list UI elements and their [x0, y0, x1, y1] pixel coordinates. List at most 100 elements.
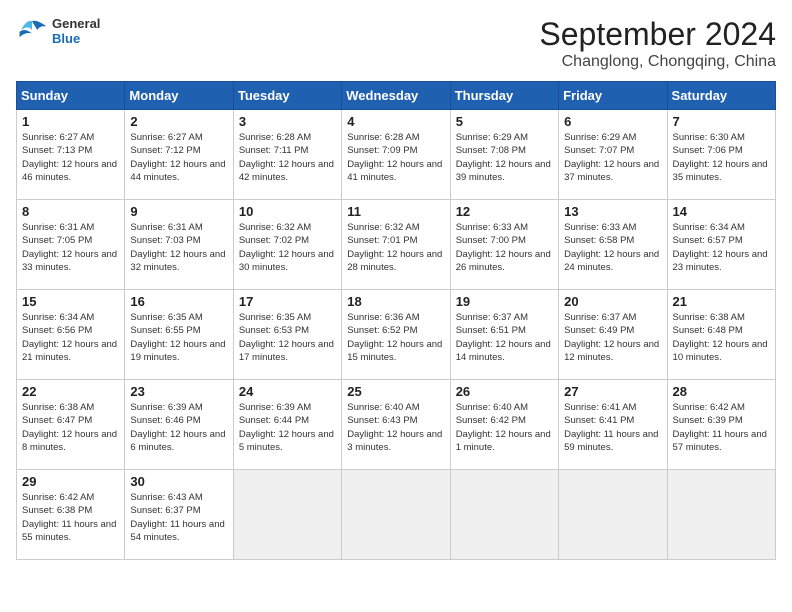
day-number: 7 [673, 114, 770, 129]
day-info: Sunrise: 6:28 AM Sunset: 7:11 PM Dayligh… [239, 131, 336, 184]
day-number: 18 [347, 294, 444, 309]
day-number: 3 [239, 114, 336, 129]
calendar-header-wednesday: Wednesday [342, 82, 450, 110]
calendar-day-12: 12 Sunrise: 6:33 AM Sunset: 7:00 PM Dayl… [450, 200, 558, 290]
calendar-day-28: 28 Sunrise: 6:42 AM Sunset: 6:39 PM Dayl… [667, 380, 775, 470]
calendar-day-29: 29 Sunrise: 6:42 AM Sunset: 6:38 PM Dayl… [17, 470, 125, 560]
day-info: Sunrise: 6:42 AM Sunset: 6:39 PM Dayligh… [673, 401, 770, 454]
title-area: September 2024 Changlong, Chongqing, Chi… [539, 16, 776, 71]
day-info: Sunrise: 6:40 AM Sunset: 6:43 PM Dayligh… [347, 401, 444, 454]
day-info: Sunrise: 6:40 AM Sunset: 6:42 PM Dayligh… [456, 401, 553, 454]
day-number: 25 [347, 384, 444, 399]
day-info: Sunrise: 6:34 AM Sunset: 6:56 PM Dayligh… [22, 311, 119, 364]
calendar-week-row-2: 8 Sunrise: 6:31 AM Sunset: 7:05 PM Dayli… [17, 200, 776, 290]
day-number: 13 [564, 204, 661, 219]
day-info: Sunrise: 6:35 AM Sunset: 6:53 PM Dayligh… [239, 311, 336, 364]
calendar-empty-cell [233, 470, 341, 560]
calendar-day-8: 8 Sunrise: 6:31 AM Sunset: 7:05 PM Dayli… [17, 200, 125, 290]
day-number: 9 [130, 204, 227, 219]
day-number: 23 [130, 384, 227, 399]
calendar-week-row-1: 1 Sunrise: 6:27 AM Sunset: 7:13 PM Dayli… [17, 110, 776, 200]
day-number: 24 [239, 384, 336, 399]
day-number: 6 [564, 114, 661, 129]
calendar-day-21: 21 Sunrise: 6:38 AM Sunset: 6:48 PM Dayl… [667, 290, 775, 380]
calendar-empty-cell [450, 470, 558, 560]
calendar-day-2: 2 Sunrise: 6:27 AM Sunset: 7:12 PM Dayli… [125, 110, 233, 200]
calendar-day-11: 11 Sunrise: 6:32 AM Sunset: 7:01 PM Dayl… [342, 200, 450, 290]
day-info: Sunrise: 6:32 AM Sunset: 7:02 PM Dayligh… [239, 221, 336, 274]
calendar-empty-cell [667, 470, 775, 560]
day-number: 29 [22, 474, 119, 489]
day-info: Sunrise: 6:32 AM Sunset: 7:01 PM Dayligh… [347, 221, 444, 274]
day-info: Sunrise: 6:37 AM Sunset: 6:51 PM Dayligh… [456, 311, 553, 364]
calendar-day-10: 10 Sunrise: 6:32 AM Sunset: 7:02 PM Dayl… [233, 200, 341, 290]
day-info: Sunrise: 6:28 AM Sunset: 7:09 PM Dayligh… [347, 131, 444, 184]
day-number: 30 [130, 474, 227, 489]
calendar-header-tuesday: Tuesday [233, 82, 341, 110]
day-number: 16 [130, 294, 227, 309]
calendar-day-23: 23 Sunrise: 6:39 AM Sunset: 6:46 PM Dayl… [125, 380, 233, 470]
calendar-day-18: 18 Sunrise: 6:36 AM Sunset: 6:52 PM Dayl… [342, 290, 450, 380]
day-info: Sunrise: 6:33 AM Sunset: 6:58 PM Dayligh… [564, 221, 661, 274]
day-info: Sunrise: 6:43 AM Sunset: 6:37 PM Dayligh… [130, 491, 227, 544]
day-info: Sunrise: 6:27 AM Sunset: 7:13 PM Dayligh… [22, 131, 119, 184]
calendar-day-22: 22 Sunrise: 6:38 AM Sunset: 6:47 PM Dayl… [17, 380, 125, 470]
day-info: Sunrise: 6:27 AM Sunset: 7:12 PM Dayligh… [130, 131, 227, 184]
day-info: Sunrise: 6:37 AM Sunset: 6:49 PM Dayligh… [564, 311, 661, 364]
day-number: 20 [564, 294, 661, 309]
day-info: Sunrise: 6:35 AM Sunset: 6:55 PM Dayligh… [130, 311, 227, 364]
calendar-day-30: 30 Sunrise: 6:43 AM Sunset: 6:37 PM Dayl… [125, 470, 233, 560]
day-number: 26 [456, 384, 553, 399]
calendar-day-20: 20 Sunrise: 6:37 AM Sunset: 6:49 PM Dayl… [559, 290, 667, 380]
calendar-day-4: 4 Sunrise: 6:28 AM Sunset: 7:09 PM Dayli… [342, 110, 450, 200]
day-number: 2 [130, 114, 227, 129]
calendar-header-monday: Monday [125, 82, 233, 110]
logo: General Blue [16, 16, 100, 46]
calendar-day-3: 3 Sunrise: 6:28 AM Sunset: 7:11 PM Dayli… [233, 110, 341, 200]
day-number: 5 [456, 114, 553, 129]
calendar-header-thursday: Thursday [450, 82, 558, 110]
day-number: 15 [22, 294, 119, 309]
day-info: Sunrise: 6:36 AM Sunset: 6:52 PM Dayligh… [347, 311, 444, 364]
calendar-header-row: SundayMondayTuesdayWednesdayThursdayFrid… [17, 82, 776, 110]
day-info: Sunrise: 6:29 AM Sunset: 7:08 PM Dayligh… [456, 131, 553, 184]
calendar-day-25: 25 Sunrise: 6:40 AM Sunset: 6:43 PM Dayl… [342, 380, 450, 470]
month-title: September 2024 [539, 16, 776, 53]
calendar-day-1: 1 Sunrise: 6:27 AM Sunset: 7:13 PM Dayli… [17, 110, 125, 200]
logo-icon [16, 17, 48, 45]
day-info: Sunrise: 6:34 AM Sunset: 6:57 PM Dayligh… [673, 221, 770, 274]
calendar-header-sunday: Sunday [17, 82, 125, 110]
day-number: 27 [564, 384, 661, 399]
calendar-day-7: 7 Sunrise: 6:30 AM Sunset: 7:06 PM Dayli… [667, 110, 775, 200]
calendar-day-24: 24 Sunrise: 6:39 AM Sunset: 6:44 PM Dayl… [233, 380, 341, 470]
day-info: Sunrise: 6:41 AM Sunset: 6:41 PM Dayligh… [564, 401, 661, 454]
calendar-day-26: 26 Sunrise: 6:40 AM Sunset: 6:42 PM Dayl… [450, 380, 558, 470]
calendar-week-row-3: 15 Sunrise: 6:34 AM Sunset: 6:56 PM Dayl… [17, 290, 776, 380]
calendar-day-16: 16 Sunrise: 6:35 AM Sunset: 6:55 PM Dayl… [125, 290, 233, 380]
location-title: Changlong, Chongqing, China [539, 53, 776, 71]
day-number: 12 [456, 204, 553, 219]
day-number: 11 [347, 204, 444, 219]
day-info: Sunrise: 6:42 AM Sunset: 6:38 PM Dayligh… [22, 491, 119, 544]
day-info: Sunrise: 6:38 AM Sunset: 6:47 PM Dayligh… [22, 401, 119, 454]
day-info: Sunrise: 6:38 AM Sunset: 6:48 PM Dayligh… [673, 311, 770, 364]
day-number: 19 [456, 294, 553, 309]
day-info: Sunrise: 6:31 AM Sunset: 7:05 PM Dayligh… [22, 221, 119, 274]
day-number: 22 [22, 384, 119, 399]
calendar-empty-cell [559, 470, 667, 560]
day-info: Sunrise: 6:39 AM Sunset: 6:44 PM Dayligh… [239, 401, 336, 454]
day-number: 8 [22, 204, 119, 219]
day-number: 14 [673, 204, 770, 219]
day-info: Sunrise: 6:33 AM Sunset: 7:00 PM Dayligh… [456, 221, 553, 274]
calendar-day-27: 27 Sunrise: 6:41 AM Sunset: 6:41 PM Dayl… [559, 380, 667, 470]
calendar-day-17: 17 Sunrise: 6:35 AM Sunset: 6:53 PM Dayl… [233, 290, 341, 380]
calendar-header-saturday: Saturday [667, 82, 775, 110]
calendar-day-5: 5 Sunrise: 6:29 AM Sunset: 7:08 PM Dayli… [450, 110, 558, 200]
calendar-day-6: 6 Sunrise: 6:29 AM Sunset: 7:07 PM Dayli… [559, 110, 667, 200]
day-number: 4 [347, 114, 444, 129]
logo-text: General Blue [52, 16, 100, 46]
calendar-day-9: 9 Sunrise: 6:31 AM Sunset: 7:03 PM Dayli… [125, 200, 233, 290]
calendar-empty-cell [342, 470, 450, 560]
day-number: 10 [239, 204, 336, 219]
calendar-day-14: 14 Sunrise: 6:34 AM Sunset: 6:57 PM Dayl… [667, 200, 775, 290]
